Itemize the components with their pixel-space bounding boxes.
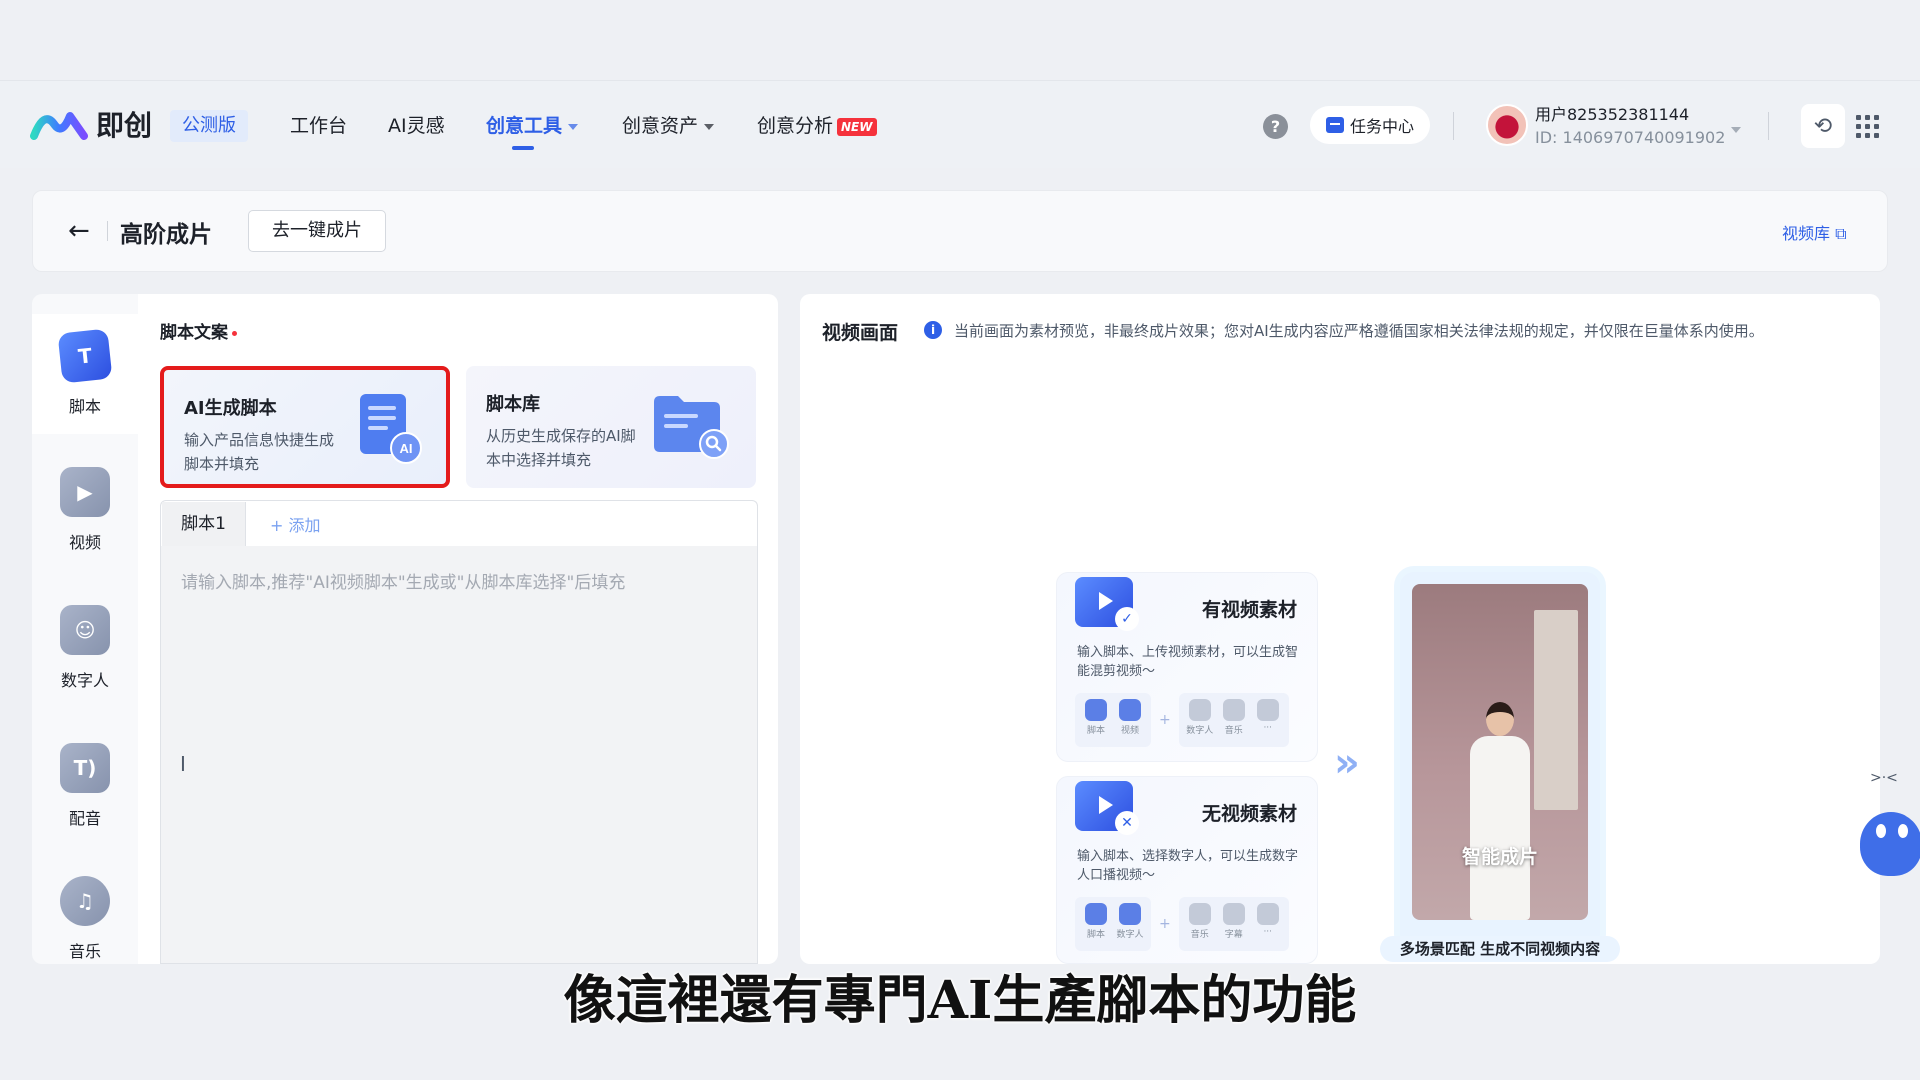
user-id: ID: 1406970740091902 bbox=[1535, 128, 1726, 147]
card-title: AI生成脚本 bbox=[184, 398, 277, 419]
avatar[interactable] bbox=[1486, 104, 1528, 146]
info-icon: i bbox=[924, 321, 942, 339]
sidebar-item-music[interactable]: ♫ 音乐 bbox=[32, 862, 138, 966]
folder-search-icon bbox=[654, 396, 729, 459]
ai-document-icon: AI bbox=[360, 394, 422, 464]
optional-group: 数字人 音乐 ··· bbox=[1178, 693, 1289, 747]
video-panel-note: 当前画面为素材预览，非最终成片效果；您对AI生成内容应严格遵循国家相关法律法规的… bbox=[954, 322, 1764, 340]
page-title: 高阶成片 bbox=[120, 222, 212, 248]
divider bbox=[107, 221, 108, 241]
card-title: 无视频素材 bbox=[1201, 803, 1297, 825]
card-title: 有视频素材 bbox=[1201, 599, 1297, 621]
top-strip bbox=[0, 0, 1920, 80]
beta-badge: 公测版 bbox=[170, 110, 248, 142]
video-panel bbox=[800, 294, 1880, 964]
textarea-placeholder: 请输入脚本,推荐"AI视频脚本"生成或"从脚本库选择"后填充 bbox=[181, 573, 626, 593]
script-icon: T bbox=[57, 328, 113, 384]
video-subtitle: 像這裡還有專門AI生產腳本的功能 bbox=[563, 970, 1357, 1031]
card-description: 输入脚本、选择数字人，可以生成数字人口播视频～ bbox=[1077, 849, 1299, 883]
sidebar-item-dubbing[interactable]: T) 配音 bbox=[32, 726, 138, 846]
apps-grid-icon[interactable] bbox=[1845, 104, 1889, 148]
card-title: 脚本库 bbox=[486, 394, 540, 415]
video-library-link[interactable]: 视频库 ⧉ bbox=[1782, 220, 1847, 244]
requirements-row: 脚本 视频 + 数字人 音乐 ··· bbox=[1075, 693, 1289, 747]
without-material-card: ✕ 无视频素材 输入脚本、选择数字人，可以生成数字人口播视频～ 脚本 数字人 +… bbox=[1056, 776, 1318, 964]
nav-workbench[interactable]: 工作台 bbox=[290, 110, 347, 142]
script-tabs bbox=[160, 500, 758, 546]
person-icon: ☺ bbox=[60, 605, 110, 655]
video-panel-title: 视频画面 bbox=[822, 322, 899, 344]
with-material-card: ✓ 有视频素材 输入脚本、上传视频素材，可以生成智能混剪视频～ 脚本 视频 + … bbox=[1056, 572, 1318, 762]
video-icon: ▶ bbox=[60, 467, 110, 517]
svg-text:AI: AI bbox=[400, 441, 413, 456]
external-link-icon: ⧉ bbox=[1835, 224, 1847, 243]
nav-creative-analysis[interactable]: 创意分析 NEW bbox=[757, 110, 877, 142]
back-arrow-icon[interactable]: ← bbox=[68, 216, 90, 246]
one-click-video-button[interactable]: 去一键成片 bbox=[248, 210, 386, 252]
preview-label: 智能成片 bbox=[1461, 846, 1538, 868]
requirements-row: 脚本 数字人 + 音乐 字幕 ··· bbox=[1075, 897, 1289, 951]
sidebar-item-label: 数字人 bbox=[60, 671, 109, 690]
card-description: 从历史生成保存的AI脚本中选择并填充 bbox=[486, 427, 636, 469]
check-icon: ✓ bbox=[1115, 607, 1139, 631]
nav-creative-assets[interactable]: 创意资产 bbox=[622, 110, 715, 142]
optional-group: 音乐 字幕 ··· bbox=[1178, 897, 1289, 951]
tab-script-1[interactable]: 脚本1 bbox=[162, 502, 246, 546]
sidebar-item-label: 配音 bbox=[68, 809, 101, 828]
new-badge: NEW bbox=[837, 117, 877, 136]
double-chevron-right-icon: » bbox=[1334, 740, 1360, 786]
logo-mark-icon bbox=[30, 112, 88, 140]
assistant-robot-icon[interactable] bbox=[1858, 794, 1920, 884]
user-menu-chevron-icon[interactable] bbox=[1725, 119, 1741, 138]
sidebar-item-label: 脚本 bbox=[68, 397, 101, 416]
preview-image: 智能成片 bbox=[1412, 584, 1588, 920]
text-cursor-icon: I bbox=[180, 752, 186, 776]
task-icon bbox=[1325, 117, 1344, 133]
card-description: 输入产品信息快捷生成脚本并填充 bbox=[184, 431, 335, 473]
divider bbox=[1768, 112, 1769, 140]
app-logo[interactable]: 即创 bbox=[30, 104, 156, 144]
nav-creative-tools[interactable]: 创意工具 bbox=[486, 110, 579, 142]
script-library-card[interactable]: 脚本库 从历史生成保存的AI脚本中选择并填充 bbox=[466, 366, 756, 488]
sidebar-item-digital-human[interactable]: ☺ 数字人 bbox=[32, 588, 138, 708]
task-center-button[interactable]: 任务中心 bbox=[1310, 106, 1430, 144]
nav-active-indicator bbox=[512, 146, 534, 150]
nav-ai-inspiration[interactable]: AI灵感 bbox=[388, 110, 445, 142]
divider bbox=[1453, 112, 1454, 140]
card-description: 输入脚本、上传视频素材，可以生成智能混剪视频～ bbox=[1077, 645, 1299, 679]
sidebar-item-video[interactable]: ▶ 视频 bbox=[32, 450, 138, 570]
chevron-down-icon bbox=[704, 123, 715, 130]
refresh-icon[interactable]: ⟲ bbox=[1801, 104, 1845, 148]
sidebar-item-script[interactable]: T 脚本 bbox=[32, 314, 138, 434]
logo-text: 即创 bbox=[96, 109, 153, 142]
section-label: 脚本文案 bbox=[160, 318, 237, 343]
assistant-close-icon[interactable]: >·< bbox=[1870, 770, 1898, 786]
required-group: 脚本 数字人 bbox=[1075, 897, 1151, 951]
chevron-down-icon bbox=[568, 123, 579, 130]
required-dot bbox=[232, 330, 237, 336]
task-center-label: 任务中心 bbox=[1349, 117, 1414, 136]
help-icon[interactable]: ? bbox=[1263, 114, 1288, 139]
close-icon: ✕ bbox=[1115, 811, 1139, 835]
music-icon: ♫ bbox=[60, 876, 110, 926]
required-group: 脚本 视频 bbox=[1075, 693, 1151, 747]
add-tab-button[interactable]: + 添加 bbox=[270, 512, 321, 536]
user-name: 用户825352381144 bbox=[1535, 105, 1690, 124]
voice-icon: T) bbox=[60, 743, 110, 793]
ai-generate-script-card[interactable]: AI生成脚本 输入产品信息快捷生成脚本并填充 AI bbox=[160, 366, 450, 488]
script-textarea[interactable]: 请输入脚本,推荐"AI视频脚本"生成或"从脚本库选择"后填充 bbox=[160, 546, 758, 964]
sidebar-item-label: 视频 bbox=[68, 533, 101, 552]
